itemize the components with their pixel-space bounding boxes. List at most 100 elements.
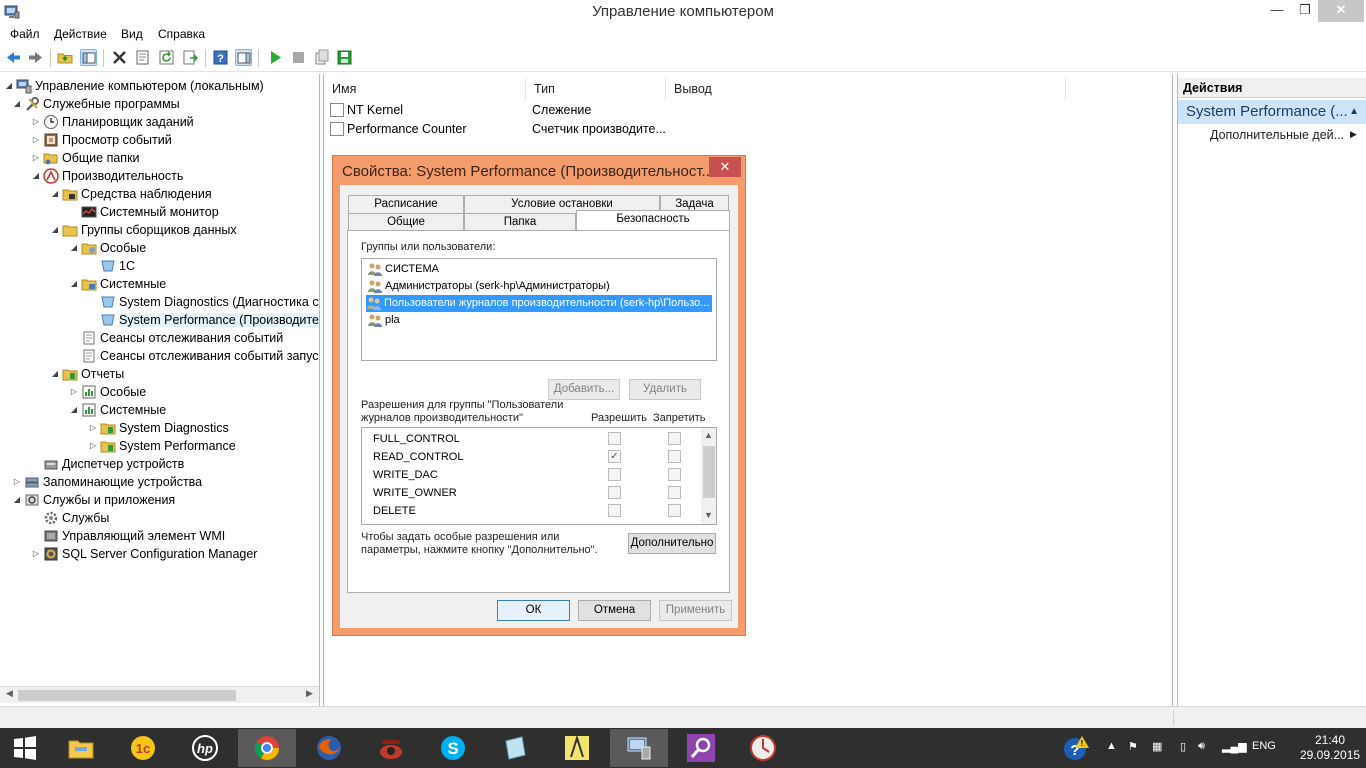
tree-item-user-defined[interactable]: ◢ Особые <box>69 239 146 257</box>
maximize-button[interactable]: ❐ <box>1290 0 1320 22</box>
tab-schedule[interactable]: Расписание <box>348 195 464 213</box>
tree-item-system-tools[interactable]: ◢ Служебные программы <box>12 95 180 113</box>
tree-item-services[interactable]: Службы <box>31 509 109 527</box>
tree-item-reports[interactable]: ◢ Отчеты <box>50 365 124 383</box>
scroll-left-icon[interactable]: ◀ <box>6 688 13 699</box>
expand-arrow-icon[interactable]: ▷ <box>31 149 41 167</box>
column-header-type[interactable]: Тип <box>526 78 666 100</box>
forward-icon[interactable] <box>27 49 44 66</box>
phone-taskbar-icon[interactable] <box>362 729 420 767</box>
tree-item-shared-folders[interactable]: ▷ Общие папки <box>31 149 140 167</box>
network-signal-icon[interactable]: ▂▄▆ <box>1222 740 1247 753</box>
ok-button[interactable]: ОК <box>497 600 570 621</box>
dialog-close-button[interactable]: ✕ <box>709 157 741 177</box>
scroll-up-icon[interactable]: ▲ <box>704 430 713 440</box>
volume-icon[interactable]: 🔊︎ <box>1198 740 1205 753</box>
tree-item-report-system-diagnostics[interactable]: ▷ System Diagnostics <box>88 419 229 437</box>
add-button[interactable]: Добавить... <box>548 379 620 400</box>
help-tray-icon[interactable]: ?! <box>1062 734 1090 765</box>
allow-checkbox[interactable] <box>608 432 621 445</box>
deny-checkbox[interactable] <box>668 432 681 445</box>
clock-app-taskbar-icon[interactable] <box>734 729 792 767</box>
collapse-arrow-icon[interactable]: ◢ <box>12 95 22 113</box>
up-folder-icon[interactable] <box>57 49 74 66</box>
list-item[interactable]: Администраторы (serk-hp\Администраторы) <box>367 278 614 295</box>
expand-arrow-icon[interactable]: ▷ <box>88 419 98 437</box>
windows-tray-icon[interactable]: ▦ <box>1152 740 1162 753</box>
collapse-arrow-icon[interactable]: ◢ <box>69 401 79 419</box>
expand-arrow-icon[interactable]: ▷ <box>88 437 98 455</box>
apply-button[interactable]: Применить <box>659 600 732 621</box>
hp-taskbar-icon[interactable]: hp <box>176 729 234 767</box>
list-item[interactable]: pla <box>367 312 404 329</box>
tree-item-reports-system[interactable]: ◢ Системные <box>69 401 166 419</box>
tab-general[interactable]: Общие <box>348 213 464 231</box>
collapse-up-icon[interactable]: ▲ <box>1349 100 1359 124</box>
close-button[interactable]: ✕ <box>1318 0 1364 22</box>
tab-folder[interactable]: Папка <box>464 213 576 231</box>
show-action-pane-icon[interactable] <box>235 49 252 66</box>
menu-action[interactable]: Действие <box>54 27 107 41</box>
expand-arrow-icon[interactable]: ▷ <box>69 383 79 401</box>
delete-icon[interactable] <box>111 49 128 66</box>
skype-taskbar-icon[interactable]: S <box>424 729 482 767</box>
deny-checkbox[interactable] <box>668 486 681 499</box>
list-item[interactable]: NT Kernel <box>330 101 403 119</box>
collapse-arrow-icon[interactable]: ◢ <box>69 239 79 257</box>
tree-horizontal-scrollbar[interactable]: ◀ ▶ <box>0 686 319 703</box>
tree-item-startup-trace-sessions[interactable]: Сеансы отслеживания событий запуска <box>69 347 319 365</box>
language-indicator[interactable]: ENG <box>1252 740 1276 752</box>
remove-button[interactable]: Удалить <box>629 379 701 400</box>
tree-item-event-viewer[interactable]: ▷ Просмотр событий <box>31 131 172 149</box>
search-taskbar-icon[interactable] <box>672 729 730 767</box>
collapse-arrow-icon[interactable]: ◢ <box>12 491 22 509</box>
cancel-button[interactable]: Отмена <box>578 600 651 621</box>
minimize-button[interactable]: — <box>1262 0 1292 22</box>
more-actions-item[interactable]: Дополнительные дей... ▶ <box>1210 128 1357 142</box>
tree-item-performance[interactable]: ◢ Производительность <box>31 167 183 185</box>
tree-item-services-and-applications[interactable]: ◢ Службы и приложения <box>12 491 175 509</box>
column-header-name[interactable]: Имя <box>324 78 526 100</box>
save-template-icon[interactable] <box>336 49 353 66</box>
start-button[interactable] <box>0 729 50 767</box>
tree-item-event-trace-sessions[interactable]: Сеансы отслеживания событий <box>69 329 283 347</box>
menu-help[interactable]: Справка <box>158 27 205 41</box>
expand-arrow-icon[interactable]: ▷ <box>31 113 41 131</box>
back-icon[interactable] <box>5 49 22 66</box>
tree-item-1c[interactable]: 1С <box>88 257 135 275</box>
deny-checkbox[interactable] <box>668 450 681 463</box>
collapse-arrow-icon[interactable]: ◢ <box>50 221 60 239</box>
menu-view[interactable]: Вид <box>121 27 143 41</box>
collapse-arrow-icon[interactable]: ◢ <box>69 275 79 293</box>
battery-icon[interactable]: ▯ <box>1180 740 1186 753</box>
tree-item-sql-server-config[interactable]: ▷ SQL Server Configuration Manager <box>31 545 258 563</box>
list-item[interactable]: Performance Counter <box>330 120 467 138</box>
scroll-thumb[interactable] <box>703 446 715 498</box>
deny-checkbox[interactable] <box>668 504 681 517</box>
show-hidden-icons-icon[interactable]: ▲ <box>1106 740 1117 752</box>
scroll-thumb[interactable] <box>18 690 236 701</box>
tree-item-reports-user-defined[interactable]: ▷ Особые <box>69 383 146 401</box>
collapse-arrow-icon[interactable]: ◢ <box>50 185 60 203</box>
system-clock[interactable]: 21:40 29.09.2015 <box>1300 733 1360 763</box>
task-icon[interactable] <box>313 49 330 66</box>
tree-item-device-manager[interactable]: Диспетчер устройств <box>31 455 184 473</box>
scroll-right-icon[interactable]: ▶ <box>306 688 313 699</box>
properties-icon[interactable] <box>134 49 151 66</box>
permissions-scrollbar[interactable]: ▲ ▼ <box>701 428 716 524</box>
refresh-icon[interactable] <box>158 49 175 66</box>
list-item[interactable]: СИСТЕМА <box>367 261 443 278</box>
tree-item-system-performance[interactable]: System Performance (Производительность с… <box>88 311 319 329</box>
expand-arrow-icon[interactable]: ▷ <box>12 473 22 491</box>
menu-file[interactable]: Файл <box>10 27 40 41</box>
pencil-taskbar-icon[interactable] <box>548 729 606 767</box>
tree-item-storage[interactable]: ▷ Запоминающие устройства <box>12 473 202 491</box>
stop-icon[interactable] <box>290 49 307 66</box>
expand-arrow-icon[interactable]: ▷ <box>31 131 41 149</box>
tree-item-report-system-performance[interactable]: ▷ System Performance <box>88 437 236 455</box>
tree-item-wmi-control[interactable]: Управляющий элемент WMI <box>31 527 225 545</box>
export-icon[interactable] <box>182 49 199 66</box>
tree-item-system-diagnostics[interactable]: System Diagnostics (Диагностика системы) <box>88 293 319 311</box>
collapse-arrow-icon[interactable]: ◢ <box>4 77 14 95</box>
tree-item-system[interactable]: ◢ Системные <box>69 275 166 293</box>
